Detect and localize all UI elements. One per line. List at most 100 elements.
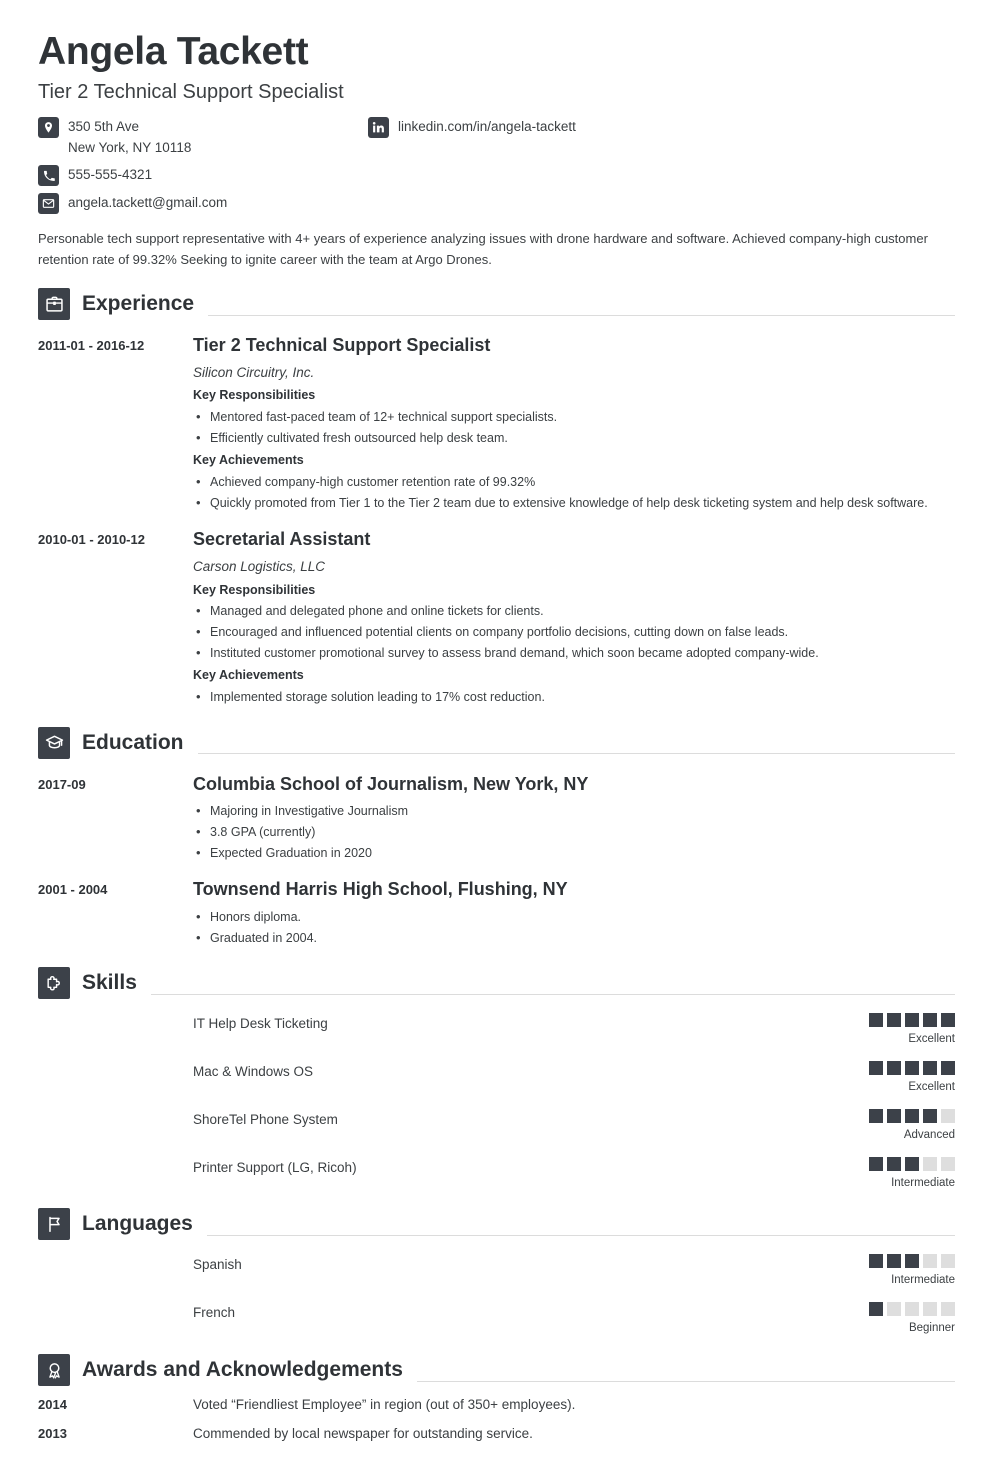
skill-level-label: Advanced	[903, 1128, 955, 1141]
section-title-languages: Languages	[82, 1212, 193, 1236]
rating-dots	[845, 1302, 955, 1317]
experience-bullet-list: Achieved company-high customer retention…	[193, 472, 945, 513]
rating-dot	[923, 1156, 937, 1171]
experience-group-heading: Key Responsibilities	[193, 388, 316, 403]
section-languages: Languages Spanish Intermediate French Be…	[38, 1208, 955, 1336]
contact-phone[interactable]: 555-555-4321	[38, 164, 368, 187]
bullet-item: Efficiently cultivated fresh outsourced …	[193, 428, 945, 448]
rating-dot	[923, 1302, 937, 1317]
linkedin-icon	[368, 116, 389, 138]
language-level-label: Intermediate	[891, 1274, 955, 1287]
flag-icon	[38, 1208, 70, 1241]
rating-dot	[869, 1108, 883, 1123]
section-divider	[416, 1380, 955, 1382]
rating-dot	[941, 1108, 955, 1123]
envelope-icon	[38, 193, 59, 215]
education-school: Columbia School of Journalism, New York,…	[193, 773, 589, 794]
award-description: Voted “Friendliest Employee” in region (…	[193, 1397, 576, 1413]
rating-dot	[941, 1061, 955, 1076]
rating-dot	[923, 1013, 937, 1028]
rating-dot	[923, 1061, 937, 1076]
language-level-label: Beginner	[908, 1322, 955, 1335]
rating-dot	[887, 1013, 901, 1028]
experience-bullet-list: Managed and delegated phone and online t…	[193, 601, 945, 663]
experience-group-heading: Key Achievements	[193, 668, 304, 683]
awards-list: 2014 Voted “Friendliest Employee” in reg…	[38, 1396, 955, 1444]
rating-dot	[887, 1061, 901, 1076]
rating-dot	[905, 1013, 919, 1028]
experience-company: Carson Logistics, LLC	[193, 558, 326, 574]
section-header-skills: Skills	[38, 967, 955, 1000]
resume-page: Angela Tackett Tier 2 Technical Support …	[0, 0, 990, 1464]
experience-group-heading: Key Responsibilities	[193, 582, 316, 597]
experience-date: 2010-01 - 2010-12	[38, 532, 145, 548]
rating-dot	[905, 1254, 919, 1269]
section-header-languages: Languages	[38, 1208, 955, 1241]
experience-job-title: Tier 2 Technical Support Specialist	[193, 335, 491, 356]
section-title-skills: Skills	[82, 971, 137, 995]
award-year: 2014	[38, 1397, 67, 1413]
section-divider	[150, 993, 955, 995]
language-row: Spanish Intermediate	[38, 1254, 955, 1288]
rating-dots	[845, 1156, 955, 1171]
bullet-item: 3.8 GPA (currently)	[193, 822, 945, 842]
rating-dot	[905, 1061, 919, 1076]
education-school: Townsend Harris High School, Flushing, N…	[193, 879, 568, 900]
experience-entry: 2011-01 - 2016-12 Tier 2 Technical Suppo…	[38, 334, 955, 514]
section-education: Education 2017-09 Columbia School of Jou…	[38, 726, 955, 950]
bullet-item: Achieved company-high customer retention…	[193, 472, 945, 492]
rating-dot	[923, 1108, 937, 1123]
skill-row: Printer Support (LG, Ricoh) Intermediate	[38, 1156, 955, 1191]
experience-bullet-list: Implemented storage solution leading to …	[193, 687, 945, 707]
skill-label: ShoreTel Phone System	[193, 1111, 338, 1127]
bullet-item: Implemented storage solution leading to …	[193, 687, 945, 707]
experience-bullet-list: Mentored fast-paced team of 12+ technica…	[193, 407, 945, 448]
bullet-item: Encouraged and influenced potential clie…	[193, 622, 945, 642]
rating-dot	[905, 1156, 919, 1171]
education-detail: Columbia School of Journalism, New York,…	[193, 773, 955, 865]
rating-dot	[869, 1302, 883, 1317]
education-entry: 2001 - 2004 Townsend Harris High School,…	[38, 878, 955, 949]
award-row: 2013 Commended by local newspaper for ou…	[38, 1425, 955, 1444]
experience-group-heading: Key Achievements	[193, 453, 304, 468]
skill-label: Printer Support (LG, Ricoh)	[193, 1159, 357, 1175]
contact-address: 350 5th Ave New York, NY 10118	[38, 116, 368, 159]
graduation-cap-icon	[38, 726, 70, 759]
skill-label: Mac & Windows OS	[193, 1064, 314, 1080]
language-rating-meter: Beginner	[845, 1302, 955, 1336]
skill-level-label: Intermediate	[891, 1176, 955, 1189]
section-title-experience: Experience	[82, 292, 195, 316]
address-text: 350 5th Ave New York, NY 10118	[68, 116, 191, 159]
rating-dot	[887, 1156, 901, 1171]
phone-text: 555-555-4321	[68, 167, 153, 183]
location-pin-icon	[38, 116, 59, 138]
section-skills: Skills IT Help Desk Ticketing Excellent	[38, 967, 955, 1190]
section-title-awards: Awards and Acknowledgements	[82, 1358, 403, 1382]
contact-linkedin[interactable]: linkedin.com/in/angela-tackett	[368, 116, 955, 138]
skill-row: Mac & Windows OS Excellent	[38, 1061, 955, 1095]
education-bullet-list: Majoring in Investigative Journalism 3.8…	[193, 801, 945, 862]
contact-email[interactable]: angela.tackett@gmail.com	[38, 192, 368, 215]
skill-level-label: Excellent	[908, 1033, 955, 1046]
skill-level-label: Excellent	[908, 1081, 955, 1094]
candidate-name: Angela Tackett	[38, 30, 309, 73]
rating-dot	[887, 1254, 901, 1269]
language-row: French Beginner	[38, 1302, 955, 1336]
phone-icon	[38, 165, 59, 187]
rating-dot	[887, 1108, 901, 1123]
education-date: 2001 - 2004	[38, 882, 108, 898]
languages-list: Spanish Intermediate French Beginner	[38, 1254, 955, 1336]
rating-dot	[887, 1302, 901, 1317]
email-text: angela.tackett@gmail.com	[68, 195, 228, 211]
bullet-item: Managed and delegated phone and online t…	[193, 601, 945, 621]
rating-dots	[845, 1061, 955, 1076]
linkedin-text: linkedin.com/in/angela-tackett	[398, 118, 576, 134]
section-experience: Experience 2011-01 - 2016-12 Tier 2 Tech…	[38, 288, 955, 708]
education-date: 2017-09	[38, 776, 86, 792]
section-divider	[206, 1234, 955, 1236]
contact-column-left: 350 5th Ave New York, NY 10118 555-555-4…	[38, 116, 368, 215]
experience-company: Silicon Circuitry, Inc.	[193, 364, 315, 380]
professional-summary: Personable tech support representative w…	[38, 231, 928, 268]
contact-column-right: linkedin.com/in/angela-tackett	[368, 116, 955, 138]
bullet-item: Instituted customer promotional survey t…	[193, 643, 945, 663]
